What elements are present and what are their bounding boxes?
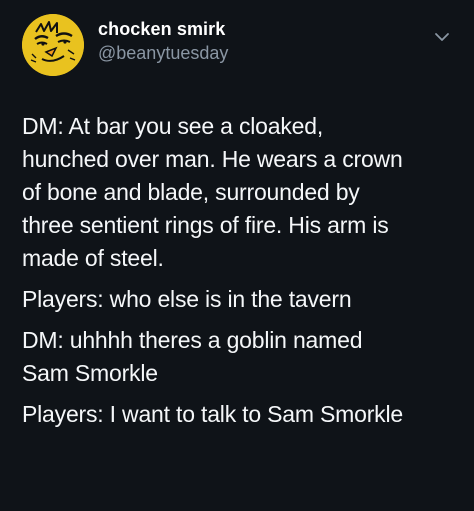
tweet-header: chocken smirk @beanytuesday — [22, 14, 228, 76]
tweet-paragraph: Players: I want to talk to Sam Smorkle — [22, 398, 462, 431]
tweet-paragraph: DM: At bar you see a cloaked, hunched ov… — [22, 110, 462, 275]
text-line: Sam Smorkle — [22, 360, 158, 386]
tweet-text: DM: At bar you see a cloaked, hunched ov… — [22, 110, 462, 439]
avatar[interactable] — [22, 14, 84, 76]
author-names: chocken smirk @beanytuesday — [98, 18, 228, 64]
smirking-chicken-avatar-icon — [22, 14, 84, 76]
tweet-card: chocken smirk @beanytuesday DM: At bar y… — [0, 0, 474, 511]
text-line: of bone and blade, surrounded by — [22, 179, 360, 205]
text-line: DM: uhhhh theres a goblin named — [22, 327, 363, 353]
author-handle[interactable]: @beanytuesday — [98, 42, 228, 64]
text-line: Players: I want to talk to Sam Smorkle — [22, 401, 403, 427]
tweet-paragraph: DM: uhhhh theres a goblin named Sam Smor… — [22, 324, 462, 390]
chevron-down-icon[interactable] — [432, 27, 452, 47]
text-line: DM: At bar you see a cloaked, — [22, 113, 324, 139]
text-line: made of steel. — [22, 245, 164, 271]
author-display-name[interactable]: chocken smirk — [98, 18, 228, 40]
text-line: hunched over man. He wears a crown — [22, 146, 403, 172]
text-line: three sentient rings of fire. His arm is — [22, 212, 389, 238]
tweet-paragraph: Players: who else is in the tavern — [22, 283, 462, 316]
text-line: Players: who else is in the tavern — [22, 286, 352, 312]
